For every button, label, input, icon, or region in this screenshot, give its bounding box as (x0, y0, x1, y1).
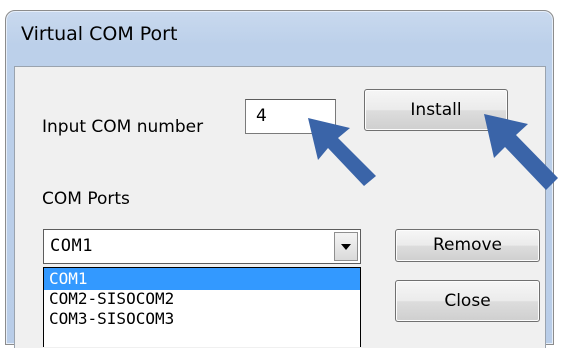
chevron-down-icon (341, 243, 351, 250)
com-ports-dropdown-list: COM1 COM2-SISOCOM2 COM3-SISOCOM3 (43, 267, 361, 347)
dropdown-arrow-button[interactable] (334, 232, 358, 261)
virtual-com-port-dialog: Virtual COM Port Input COM number 4 Inst… (0, 0, 563, 348)
com-ports-combobox[interactable]: COM1 (43, 229, 361, 264)
close-button[interactable]: Close (395, 280, 540, 322)
com-ports-label: COM Ports (42, 189, 130, 209)
pointer-arrow-icon (484, 114, 558, 190)
dropdown-option-com3[interactable]: COM3-SISOCOM3 (44, 308, 360, 330)
dropdown-option-com2[interactable]: COM2-SISOCOM2 (44, 288, 360, 310)
dialog-title: Virtual COM Port (21, 23, 178, 45)
remove-button[interactable]: Remove (395, 229, 540, 262)
pointer-arrow-icon (308, 118, 376, 186)
dropdown-option-com1[interactable]: COM1 (44, 268, 360, 290)
combo-selected-value: COM1 (50, 236, 93, 256)
input-com-number-label: Input COM number (42, 117, 204, 137)
